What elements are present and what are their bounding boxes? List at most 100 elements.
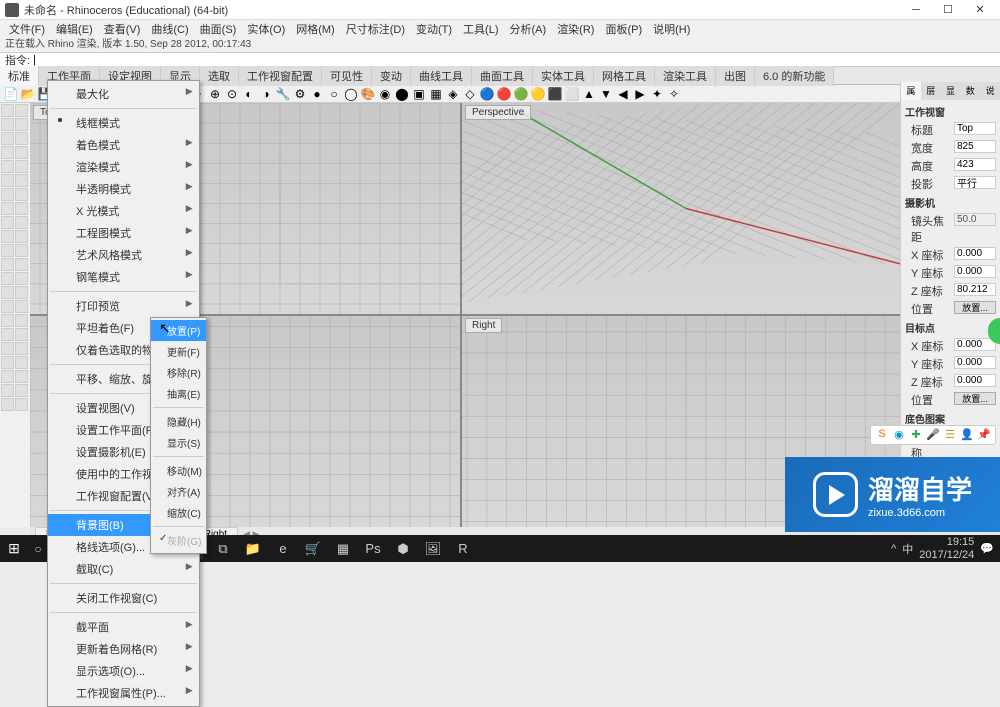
close-button[interactable]: ✕ <box>965 1 995 19</box>
share-mic-icon[interactable]: 🎤 <box>926 428 940 442</box>
toolbar-button[interactable]: ◉ <box>377 86 393 102</box>
viewport-label-perspective[interactable]: Perspective <box>465 105 531 120</box>
context-menu-item[interactable]: 半透明模式▶ <box>48 178 199 200</box>
toolbar-tab[interactable]: 标准 <box>0 66 39 86</box>
submenu-item[interactable]: 对齐(A) <box>151 481 206 502</box>
tool-button[interactable] <box>15 230 28 243</box>
tool-button[interactable] <box>15 188 28 201</box>
share-link-icon[interactable]: ☰ <box>943 428 957 442</box>
context-menu-item[interactable]: 截平面▶ <box>48 616 199 638</box>
tool-button[interactable] <box>1 202 14 215</box>
tool-button[interactable] <box>15 398 28 411</box>
toolbar-button[interactable]: 🔵 <box>479 86 495 102</box>
toolbar-button[interactable]: ▶ <box>632 86 648 102</box>
tool-button[interactable] <box>15 356 28 369</box>
tool-button[interactable] <box>15 202 28 215</box>
property-input[interactable] <box>954 338 996 351</box>
toolbar-tab[interactable]: 曲面工具 <box>472 66 533 86</box>
property-input[interactable] <box>954 158 996 171</box>
context-menu-item[interactable]: 最大化▶ <box>48 83 199 105</box>
toolbar-button[interactable]: ◀ <box>615 86 631 102</box>
context-menu-item[interactable]: 关闭工作视窗(C) <box>48 587 199 609</box>
tray-icon[interactable]: ^ <box>891 543 896 555</box>
toolbar-button[interactable]: ✧ <box>666 86 682 102</box>
viewport-label-right[interactable]: Right <box>465 318 502 333</box>
property-input[interactable] <box>954 122 996 135</box>
tool-button[interactable] <box>1 286 14 299</box>
toolbar-tab[interactable]: 实体工具 <box>533 66 594 86</box>
property-input[interactable] <box>954 176 996 189</box>
menu-item[interactable]: 渲染(R) <box>553 19 598 39</box>
start-button[interactable]: ⊞ <box>0 535 28 562</box>
property-input[interactable] <box>954 247 996 260</box>
tool-button[interactable] <box>1 314 14 327</box>
tool-button[interactable] <box>1 356 14 369</box>
toolbar-button[interactable]: ▼ <box>598 86 614 102</box>
share-pin-icon[interactable]: 📌 <box>977 428 991 442</box>
maximize-button[interactable]: ☐ <box>933 1 963 19</box>
share-weibo-icon[interactable]: ◉ <box>892 428 906 442</box>
tool-button[interactable] <box>1 132 14 145</box>
panel-tab[interactable]: 属 <box>901 82 921 100</box>
tool-button[interactable] <box>15 258 28 271</box>
toolbar-button[interactable]: 📄 <box>3 86 19 102</box>
taskbar-app-icon[interactable]: e <box>268 535 298 562</box>
tool-button[interactable] <box>1 258 14 271</box>
tool-button[interactable] <box>15 286 28 299</box>
toolbar-button[interactable]: 📂 <box>20 86 36 102</box>
menu-item[interactable]: 文件(F) <box>5 19 49 39</box>
tool-button[interactable] <box>15 146 28 159</box>
tray-ime-icon[interactable]: 中 <box>902 541 913 557</box>
toolbar-tab[interactable]: 可见性 <box>322 66 372 86</box>
submenu-item[interactable]: 放置(P) <box>151 320 206 341</box>
tool-button[interactable] <box>15 104 28 117</box>
share-toolbar[interactable]: S ◉ ✚ 🎤 ☰ 👤 📌 <box>870 425 996 445</box>
taskbar-clock[interactable]: 19:15 2017/12/24 <box>919 536 974 560</box>
toolbar-button[interactable]: 🔴 <box>496 86 512 102</box>
toolbar-button[interactable]: 🎨 <box>360 86 376 102</box>
menu-item[interactable]: 网格(M) <box>292 19 339 39</box>
menu-item[interactable]: 分析(A) <box>506 19 551 39</box>
context-menu-item[interactable]: 显示选项(O)...▶ <box>48 660 199 682</box>
tool-button[interactable] <box>15 342 28 355</box>
tool-button[interactable] <box>15 216 28 229</box>
toolbar-button[interactable]: ▦ <box>428 86 444 102</box>
toolbar-button[interactable]: ◑ <box>258 86 274 102</box>
notifications-icon[interactable]: 💬 <box>980 542 994 555</box>
taskbar-app-icon[interactable]: ⬢ <box>388 535 418 562</box>
context-menu-item[interactable]: 着色模式▶ <box>48 134 199 156</box>
taskbar-app-icon[interactable]: 📁 <box>238 535 268 562</box>
toolbar-button[interactable]: ⊕ <box>207 86 223 102</box>
tool-button[interactable] <box>15 300 28 313</box>
property-input[interactable] <box>954 356 996 369</box>
tool-button[interactable] <box>1 328 14 341</box>
tool-button[interactable] <box>1 216 14 229</box>
property-input[interactable] <box>954 374 996 387</box>
tool-button[interactable] <box>15 314 28 327</box>
share-icon[interactable]: S <box>875 428 889 442</box>
tool-button[interactable] <box>15 328 28 341</box>
taskbar-app-icon[interactable]: 🖼 <box>418 535 448 562</box>
context-menu-item[interactable]: 工作视窗属性(P)...▶ <box>48 682 199 704</box>
toolbar-button[interactable]: ▲ <box>581 86 597 102</box>
toolbar-button[interactable]: ⬤ <box>394 86 410 102</box>
tool-button[interactable] <box>1 188 14 201</box>
context-menu-item[interactable]: 工程图模式▶ <box>48 222 199 244</box>
tool-button[interactable] <box>1 300 14 313</box>
menu-item[interactable]: 变动(T) <box>412 19 456 39</box>
background-submenu[interactable]: 放置(P)更新(F)移除(R)抽离(E)隐藏(H)显示(S)移动(M)对齐(A)… <box>150 317 207 554</box>
share-person-icon[interactable]: 👤 <box>960 428 974 442</box>
submenu-item[interactable]: 移除(R) <box>151 362 206 383</box>
toolbar-tab[interactable]: 变动 <box>372 66 411 86</box>
tool-button[interactable] <box>1 342 14 355</box>
toolbar-button[interactable]: 🟡 <box>530 86 546 102</box>
context-menu-item[interactable]: 更新着色网格(R)▶ <box>48 638 199 660</box>
toolbar-button[interactable]: ◯ <box>343 86 359 102</box>
context-menu-item[interactable]: 打印预览▶ <box>48 295 199 317</box>
tool-button[interactable] <box>1 230 14 243</box>
taskbar-app-icon[interactable]: R <box>448 535 478 562</box>
minimize-button[interactable]: ─ <box>901 1 931 19</box>
tool-button[interactable] <box>1 370 14 383</box>
tool-button[interactable] <box>1 160 14 173</box>
menu-item[interactable]: 说明(H) <box>649 19 694 39</box>
